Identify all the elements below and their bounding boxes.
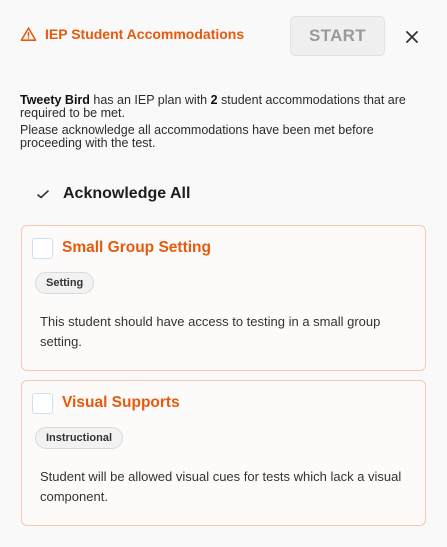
- intro-line-1: Tweety Bird has an IEP plan with 2 stude…: [20, 94, 430, 120]
- accommodation-checkbox[interactable]: [32, 393, 53, 414]
- close-button[interactable]: [402, 27, 422, 47]
- student-name: Tweety Bird: [20, 93, 90, 107]
- accommodation-title: Visual Supports: [62, 394, 180, 411]
- accommodation-count: 2: [210, 93, 218, 107]
- accommodation-description: Student will be allowed visual cues for …: [40, 469, 402, 504]
- acknowledge-all-label: Acknowledge All: [63, 185, 191, 202]
- category-badge: Setting: [35, 272, 95, 294]
- accommodation-checkbox[interactable]: [32, 238, 53, 259]
- accommodation-title: Small Group Setting: [62, 239, 211, 256]
- accommodation-description: This student should have access to testi…: [40, 314, 381, 349]
- close-icon: [406, 31, 418, 43]
- modal-title: IEP Student Accommodations: [45, 26, 245, 42]
- acknowledge-all-button[interactable]: Acknowledge All: [36, 183, 190, 205]
- intro-text-a: has an IEP plan with: [89, 93, 211, 107]
- start-button[interactable]: START: [290, 16, 385, 56]
- check-icon: [37, 190, 49, 199]
- accommodation-card: Small Group Setting Setting This student…: [21, 225, 426, 371]
- category-badge: Instructional: [35, 427, 124, 449]
- modal-header: IEP Student Accommodations START: [0, 0, 447, 72]
- intro-text: Tweety Bird has an IEP plan with 2 stude…: [20, 94, 430, 154]
- intro-line-2: Please acknowledge all accommodations ha…: [20, 123, 374, 150]
- accommodation-card: Visual Supports Instructional Student wi…: [21, 380, 426, 526]
- warning-triangle-icon: [20, 27, 37, 41]
